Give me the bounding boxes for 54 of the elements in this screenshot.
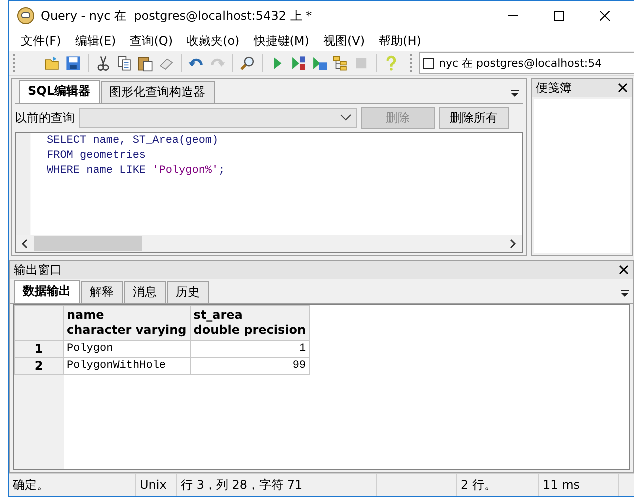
column-header[interactable]: name character varying bbox=[64, 306, 190, 340]
output-tab[interactable]: 历史 bbox=[167, 281, 209, 303]
editor-tab[interactable]: SQL编辑器 bbox=[19, 80, 100, 103]
scroll-right-icon[interactable] bbox=[508, 238, 518, 248]
delete-all-button[interactable]: 删除所有 bbox=[439, 107, 509, 129]
dropdown-icon[interactable] bbox=[510, 90, 520, 98]
status-text: 11 ms bbox=[543, 478, 580, 492]
panel-title: 便笺簿 bbox=[536, 80, 572, 96]
clipboard-icon[interactable] bbox=[137, 54, 154, 72]
menu-item[interactable]: 收藏夹(o) bbox=[181, 32, 246, 50]
close-icon[interactable] bbox=[600, 11, 610, 21]
maximize-icon[interactable] bbox=[554, 11, 564, 21]
code-line: WHERE name LIKE 'Polygon%'; bbox=[47, 164, 226, 179]
row-number: 2 bbox=[14, 358, 64, 374]
scroll-left-icon[interactable] bbox=[20, 238, 30, 248]
connection-dropdown[interactable]: nyc 在 postgres@localhost:54 bbox=[419, 52, 634, 74]
panel-title: 输出窗口 bbox=[14, 262, 62, 278]
tree-icon[interactable] bbox=[332, 54, 349, 72]
table-cell: 1 bbox=[190, 340, 310, 358]
scissors-icon[interactable] bbox=[95, 54, 112, 72]
scrollbar-thumb[interactable] bbox=[34, 236, 142, 251]
column-header[interactable]: st_area double precision bbox=[190, 306, 310, 340]
status-text: 2 行。 bbox=[461, 476, 496, 494]
menu-item[interactable]: 帮助(H) bbox=[373, 32, 428, 50]
output-tab[interactable]: 消息 bbox=[124, 281, 166, 303]
menu-item[interactable]: 视图(V) bbox=[317, 32, 372, 50]
sql-editor[interactable]: SELECT name, ST_Area(geom) FROM geometries WHERE name LIKE 'Polygon%'; bbox=[15, 132, 523, 253]
close-icon[interactable] bbox=[618, 83, 628, 93]
table-cell: 99 bbox=[190, 358, 310, 374]
code-line: FROM geometries bbox=[47, 149, 148, 164]
editor-tab[interactable]: 图形化查询构造器 bbox=[100, 81, 214, 103]
play-script-icon[interactable] bbox=[290, 54, 307, 72]
save-icon[interactable] bbox=[65, 54, 82, 72]
chevron-icon bbox=[340, 114, 352, 122]
menu-item[interactable]: 快捷键(M) bbox=[248, 32, 316, 50]
window-title: Query - nyc 在 postgres@localhost:5432 上 * bbox=[41, 8, 312, 24]
menu-item[interactable]: 查询(Q) bbox=[124, 32, 180, 50]
status-text: Unix bbox=[140, 478, 167, 492]
menu-item[interactable]: 编辑(E) bbox=[69, 32, 122, 50]
output-tab[interactable]: 解释 bbox=[81, 281, 123, 303]
dropdown-icon[interactable] bbox=[620, 290, 630, 298]
search-icon[interactable] bbox=[239, 54, 256, 72]
menu-item[interactable]: 文件(F) bbox=[15, 32, 68, 50]
previous-queries-label: 以前的查询 bbox=[15, 110, 75, 126]
table-cell: Polygon bbox=[64, 340, 190, 358]
status-text: 行 3，列 28，字符 71 bbox=[181, 476, 303, 494]
table-cell: PolygonWithHole bbox=[64, 358, 190, 374]
copy-icon[interactable] bbox=[116, 54, 133, 72]
row-number: 1 bbox=[14, 340, 64, 358]
code-line: SELECT name, ST_Area(geom) bbox=[47, 134, 220, 149]
status-text: 确定。 bbox=[13, 476, 49, 494]
output-tab[interactable]: 数据输出 bbox=[14, 280, 80, 303]
play-save-icon[interactable] bbox=[311, 54, 328, 72]
close-icon[interactable] bbox=[619, 265, 629, 275]
